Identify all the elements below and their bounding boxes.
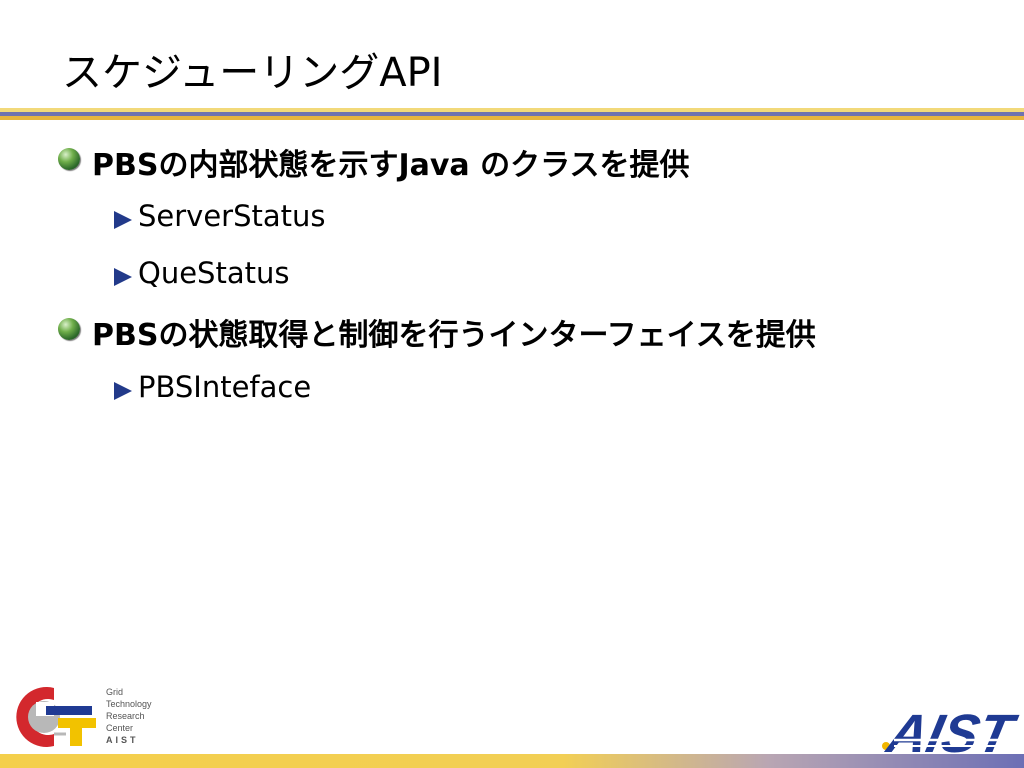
footer-bar	[0, 754, 1024, 768]
slide-content: PBSの内部状態を示すJava のクラスを提供 ServerStatus Que…	[0, 0, 1024, 768]
bullet-item-1: PBSの内部状態を示すJava のクラスを提供	[92, 148, 690, 183]
gtrc-line: Grid	[106, 687, 124, 697]
gtrc-line: Technology	[106, 699, 152, 709]
gtrc-line: Center	[106, 723, 134, 733]
sub-bullet-item-1-2: QueStatus	[138, 256, 290, 290]
gtrc-line: Research	[106, 711, 145, 721]
sphere-bullet-icon	[58, 318, 80, 340]
gtrc-logo-icon	[16, 687, 96, 747]
gtrc-logo-text: Grid Technology Research Center AIST	[106, 686, 152, 746]
sub-bullet-item-1-1: ServerStatus	[138, 199, 326, 233]
svg-text:AIST: AIST	[880, 704, 1022, 756]
triangle-bullet-icon	[114, 268, 132, 286]
gtrc-line: AIST	[106, 735, 139, 745]
triangle-bullet-icon	[114, 211, 132, 229]
sphere-bullet-icon	[58, 148, 80, 170]
triangle-bullet-icon	[114, 382, 132, 400]
bullet-item-2: PBSの状態取得と制御を行うインターフェイスを提供	[92, 318, 816, 353]
slide: スケジューリングAPI PBSの内部状態を示すJava のクラスを提供 Serv…	[0, 0, 1024, 768]
aist-logo-icon: AIST	[880, 704, 1024, 756]
sub-bullet-item-2-1: PBSInteface	[138, 370, 312, 404]
